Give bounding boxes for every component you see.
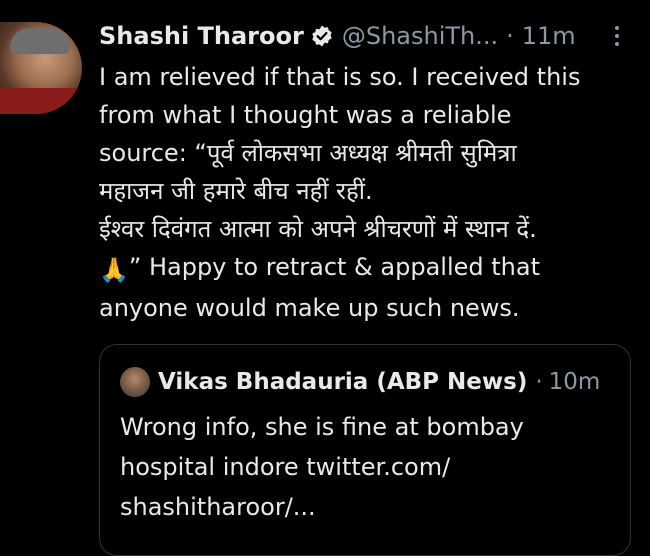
more-dot bbox=[615, 34, 619, 38]
tweet-timestamp[interactable]: 11m bbox=[522, 22, 576, 50]
tweet-body-line: source: “पूर्व लोकसभा अध्यक्ष श्रीमती सु… bbox=[99, 139, 517, 167]
quoted-tweet-body: Wrong info, she is fine at bombay hospit… bbox=[120, 407, 610, 527]
more-options-icon[interactable] bbox=[607, 22, 627, 50]
verified-badge-icon bbox=[310, 24, 334, 48]
tweet-header: Shashi Tharoor @ShashiTh... · 11m bbox=[99, 18, 576, 54]
quoted-body-line[interactable]: hospital indore twitter.com/ bbox=[120, 447, 610, 487]
tweet-body-line: anyone would make up such news. bbox=[99, 294, 520, 322]
quoted-author-name[interactable]: Vikas Bhadauria (ABP News) bbox=[158, 369, 527, 395]
quoted-tweet-timestamp[interactable]: 10m bbox=[549, 369, 601, 395]
avatar-shirt-shape bbox=[0, 88, 82, 114]
folded-hands-icon: 🙏 bbox=[99, 256, 129, 284]
quoted-tweet-card[interactable]: Vikas Bhadauria (ABP News) · 10m Wrong i… bbox=[99, 344, 631, 556]
tweet-body-line: from what I thought was a reliable bbox=[99, 101, 512, 129]
tweet-body-line-with-emoji: 🙏” Happy to retract & appalled that bbox=[99, 248, 639, 289]
author-handle[interactable]: @ShashiTh... bbox=[342, 22, 498, 50]
quoted-tweet-header: Vikas Bhadauria (ABP News) · 10m bbox=[158, 365, 600, 399]
quoted-author-avatar[interactable] bbox=[120, 367, 150, 397]
header-separator: · bbox=[506, 22, 514, 50]
quoted-body-line[interactable]: shashitharoor/... bbox=[120, 487, 610, 527]
quoted-body-line: Wrong info, she is fine at bombay bbox=[120, 413, 524, 441]
tweet[interactable]: Shashi Tharoor @ShashiTh... · 11m I am r… bbox=[0, 0, 650, 556]
quoted-header-separator: · bbox=[535, 369, 543, 395]
tweet-body: I am relieved if that is so. I received … bbox=[99, 58, 639, 327]
author-avatar[interactable] bbox=[0, 22, 82, 114]
tweet-body-line: I am relieved if that is so. I received … bbox=[99, 63, 581, 91]
avatar-hair-shape bbox=[10, 28, 70, 54]
author-display-name[interactable]: Shashi Tharoor bbox=[99, 22, 304, 50]
tweet-body-line: ईश्वर दिवंगत आत्मा को अपने श्रीचरणों में… bbox=[99, 215, 537, 243]
tweet-body-text: ” Happy to retract & appalled that bbox=[128, 253, 540, 281]
tweet-body-line: महाजन जी हमारे बीच नहीं रहीं. bbox=[99, 177, 373, 205]
more-dot bbox=[615, 42, 619, 46]
more-dot bbox=[615, 26, 619, 30]
